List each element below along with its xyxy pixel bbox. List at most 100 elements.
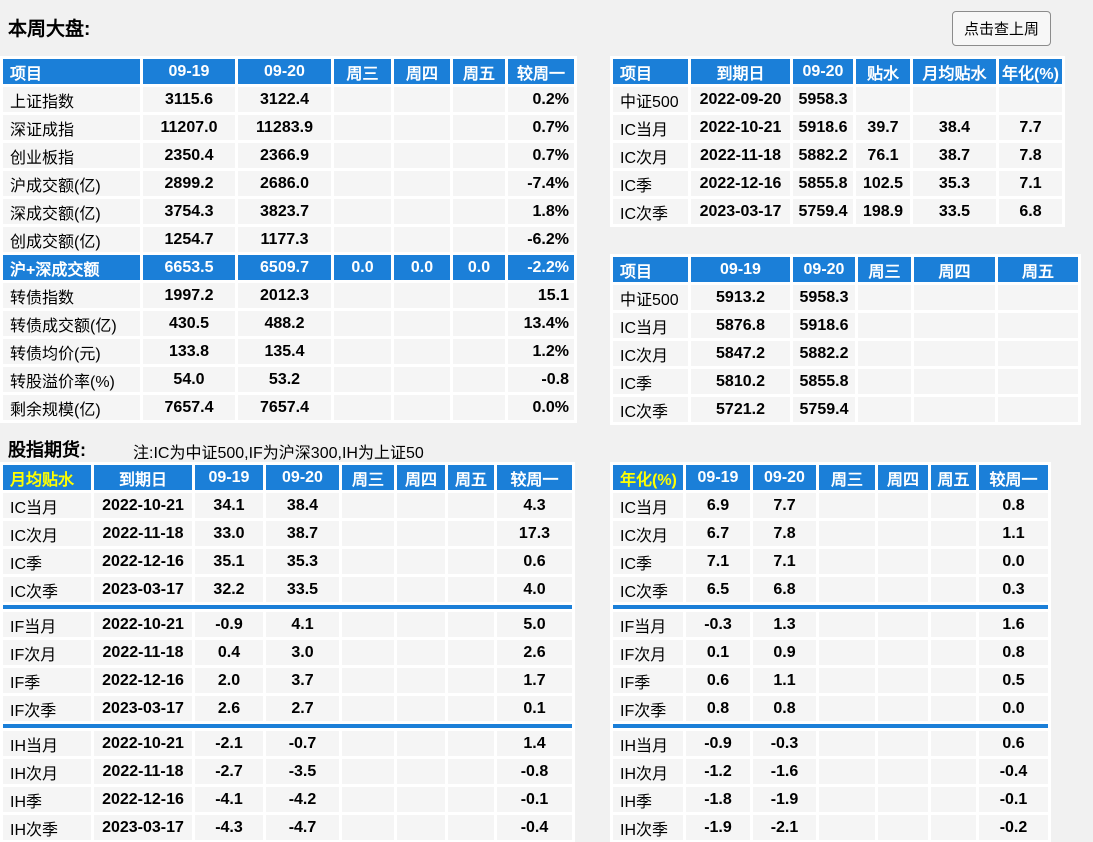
cell: -2.2% [508,255,574,280]
cell: 38.7 [266,521,339,546]
cell: 5721.2 [691,397,790,422]
cell: 2022-12-16 [691,171,790,196]
cell [819,815,875,840]
column-header: 较周一 [979,465,1048,490]
cell: 3754.3 [143,199,235,224]
cell [858,369,911,394]
cell: 0.1 [686,640,750,665]
cell: 1.1 [753,668,816,693]
cell: 1.8% [508,199,574,224]
table-row: 沪成交额(亿)2899.22686.0-7.4% [3,171,574,196]
cell [448,577,494,602]
cell: 1.1 [979,521,1048,546]
cell: 4.0 [497,577,572,602]
table-row: 中证5002022-09-205958.3 [613,87,1062,112]
cell: 2.7 [266,696,339,721]
cell [914,369,995,394]
cell: 2022-12-16 [94,668,192,693]
cell [394,227,450,252]
cell [914,313,995,338]
column-header: 周五 [453,59,505,84]
cell: 上证指数 [3,87,140,112]
cell [931,731,976,756]
column-header: 09-20 [753,465,816,490]
cell: 7657.4 [143,395,235,420]
table-row: IC季7.17.10.0 [613,549,1048,574]
cell: 2022-11-18 [94,640,192,665]
cell: 3115.6 [143,87,235,112]
cell: -4.1 [195,787,263,812]
cell [998,397,1078,422]
cell: 7657.4 [238,395,331,420]
column-header: 09-20 [793,257,855,282]
column-header: 年化(%) [999,59,1062,84]
cell: 0.8 [753,696,816,721]
cell [394,283,450,308]
header-row: 年化(%)09-1909-20周三周四周五较周一 [613,465,1048,490]
cell [334,227,391,252]
cell: 430.5 [143,311,235,336]
cell [453,339,505,364]
cell: 7.7 [753,493,816,518]
table-row: 创业板指2350.42366.90.7% [3,143,574,168]
cell [394,367,450,392]
cell: -0.3 [753,731,816,756]
cell: 5876.8 [691,313,790,338]
cell: 7.8 [753,521,816,546]
cell [334,199,391,224]
column-header: 周四 [397,465,445,490]
table-row: IC当月2022-10-215918.639.738.47.7 [613,115,1062,140]
cell [448,815,494,840]
cell: -1.2 [686,759,750,784]
cell: 2.6 [497,640,572,665]
cell: 33.5 [266,577,339,602]
table-row: IC次月2022-11-185882.276.138.77.8 [613,143,1062,168]
cell: -0.4 [497,815,572,840]
cell: IC次月 [613,521,683,546]
column-header: 贴水 [856,59,910,84]
table-row: IC季2022-12-165855.8102.535.37.1 [613,171,1062,196]
cell: 5847.2 [691,341,790,366]
cell: 135.4 [238,339,331,364]
column-header: 月均贴水 [3,465,91,490]
table-row: IF当月-0.31.31.6 [613,612,1048,637]
table-row: IC次季2023-03-1732.233.54.0 [3,577,572,602]
cell: 0.0 [979,549,1048,574]
cell [819,696,875,721]
cell [998,341,1078,366]
cell: IH次月 [613,759,683,784]
table-row: IC次季6.56.80.3 [613,577,1048,602]
cell [397,815,445,840]
table-row: IF季2022-12-162.03.71.7 [3,668,572,693]
cell [342,612,394,637]
cell [448,640,494,665]
cell: 34.1 [195,493,263,518]
cell: IC次季 [3,577,91,602]
cell [931,696,976,721]
cell [878,759,928,784]
cell: 5918.6 [793,115,853,140]
cell [448,493,494,518]
cell [931,549,976,574]
header-row: 项目09-1909-20周三周四周五 [613,257,1078,282]
cell: IH季 [3,787,91,812]
weekly-market-dashboard: 本周大盘: 点击查上周 项目09-1909-20周三周四周五较周一上证指数311… [0,0,1093,842]
table-row: 上证指数3115.63122.40.2% [3,87,574,112]
view-last-week-button[interactable]: 点击查上周 [952,11,1051,46]
table-row: 创成交额(亿)1254.71177.3-6.2% [3,227,574,252]
table-row: 转债均价(元)133.8135.41.2% [3,339,574,364]
cell [394,339,450,364]
column-header: 年化(%) [613,465,683,490]
cell: 深成交额(亿) [3,199,140,224]
cell: -0.8 [508,367,574,392]
cell: 2022-11-18 [94,521,192,546]
cell [397,521,445,546]
table-row: IH次月2022-11-18-2.7-3.5-0.8 [3,759,572,784]
cell [819,759,875,784]
cell: -6.2% [508,227,574,252]
column-header: 周三 [334,59,391,84]
cell: -0.1 [979,787,1048,812]
cell: 2686.0 [238,171,331,196]
cell: 1177.3 [238,227,331,252]
cell: 2022-10-21 [94,731,192,756]
